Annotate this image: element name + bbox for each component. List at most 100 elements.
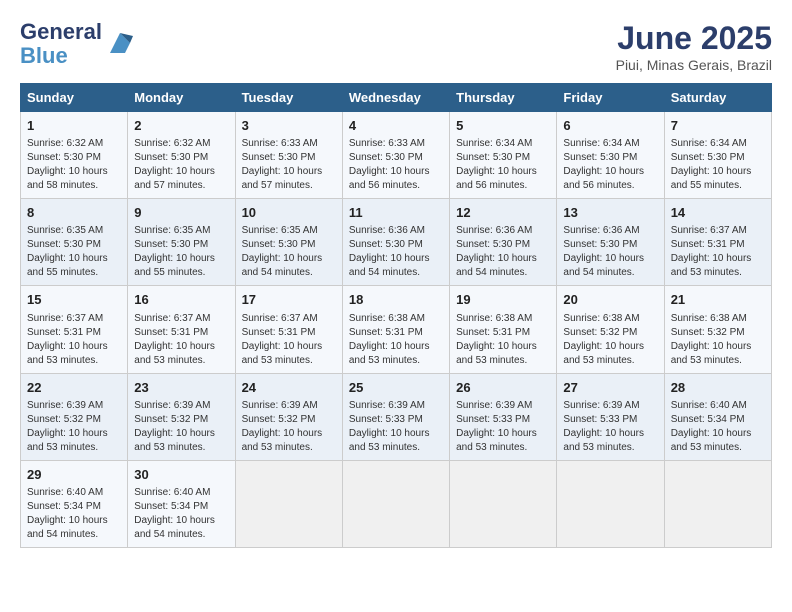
calendar-cell: 27 Sunrise: 6:39 AMSunset: 5:33 PMDayligh… (557, 373, 664, 460)
week-row-2: 8Sunrise: 6:35 AMSunset: 5:30 PMDaylight… (21, 199, 772, 286)
calendar-cell: 7 Sunrise: 6:34 AMSunset: 5:30 PMDaylight… (664, 112, 771, 199)
day-info: Sunrise: 6:39 AMSunset: 5:33 PMDaylight:… (563, 399, 657, 455)
day-info: Sunrise: 6:34 AMSunset: 5:30 PMDaylight:… (671, 137, 765, 193)
day-info: Sunrise: 6:38 AMSunset: 5:32 PMDaylight:… (563, 312, 657, 368)
day-info: Sunrise: 6:37 AMSunset: 5:31 PMDaylight:… (27, 312, 121, 368)
calendar-title: June 2025 (616, 20, 772, 57)
header-friday: Friday (557, 84, 664, 112)
day-info: Sunrise: 6:39 AMSunset: 5:32 PMDaylight:… (242, 399, 336, 455)
day-number: 28 (671, 379, 765, 397)
week-row-4: 22 Sunrise: 6:39 AMSunset: 5:32 PMDayligh… (21, 373, 772, 460)
calendar-cell: 19Sunrise: 6:38 AMSunset: 5:31 PMDayligh… (450, 286, 557, 373)
week-row-1: 1 Sunrise: 6:32 AMSunset: 5:30 PMDaylight… (21, 112, 772, 199)
day-number: 21 (671, 291, 765, 309)
day-info: Sunrise: 6:35 AMSunset: 5:30 PMDaylight:… (134, 224, 228, 280)
day-number: 15 (27, 291, 121, 309)
calendar-cell: 23 Sunrise: 6:39 AMSunset: 5:32 PMDayligh… (128, 373, 235, 460)
calendar-cell (557, 460, 664, 547)
calendar-cell: 16 Sunrise: 6:37 AMSunset: 5:31 PMDayligh… (128, 286, 235, 373)
calendar-cell: 12Sunrise: 6:36 AMSunset: 5:30 PMDayligh… (450, 199, 557, 286)
header-wednesday: Wednesday (342, 84, 449, 112)
calendar-cell: 6Sunrise: 6:34 AMSunset: 5:30 PMDaylight… (557, 112, 664, 199)
day-number: 11 (349, 204, 443, 222)
calendar-body: 1 Sunrise: 6:32 AMSunset: 5:30 PMDaylight… (21, 112, 772, 548)
calendar-cell: 25 Sunrise: 6:39 AMSunset: 5:33 PMDayligh… (342, 373, 449, 460)
day-number: 26 (456, 379, 550, 397)
day-number: 6 (563, 117, 657, 135)
day-info: Sunrise: 6:39 AMSunset: 5:32 PMDaylight:… (27, 399, 121, 455)
week-row-3: 15 Sunrise: 6:37 AMSunset: 5:31 PMDayligh… (21, 286, 772, 373)
day-info: Sunrise: 6:37 AMSunset: 5:31 PMDaylight:… (134, 312, 228, 368)
day-number: 24 (242, 379, 336, 397)
day-number: 25 (349, 379, 443, 397)
week-row-5: 29 Sunrise: 6:40 AMSunset: 5:34 PMDayligh… (21, 460, 772, 547)
day-number: 23 (134, 379, 228, 397)
day-number: 7 (671, 117, 765, 135)
calendar-cell: 21 Sunrise: 6:38 AMSunset: 5:32 PMDayligh… (664, 286, 771, 373)
day-info: Sunrise: 6:37 AMSunset: 5:31 PMDaylight:… (671, 224, 765, 280)
day-info: Sunrise: 6:39 AMSunset: 5:33 PMDaylight:… (349, 399, 443, 455)
day-info: Sunrise: 6:40 AMSunset: 5:34 PMDaylight:… (27, 486, 121, 542)
day-number: 19 (456, 291, 550, 309)
calendar-cell: 17 Sunrise: 6:37 AMSunset: 5:31 PMDayligh… (235, 286, 342, 373)
header-thursday: Thursday (450, 84, 557, 112)
day-number: 20 (563, 291, 657, 309)
header-monday: Monday (128, 84, 235, 112)
calendar-cell: 11 Sunrise: 6:36 AMSunset: 5:30 PMDayligh… (342, 199, 449, 286)
header-tuesday: Tuesday (235, 84, 342, 112)
header-sunday: Sunday (21, 84, 128, 112)
calendar-cell: 5 Sunrise: 6:34 AMSunset: 5:30 PMDaylight… (450, 112, 557, 199)
calendar-cell (450, 460, 557, 547)
logo-icon (105, 28, 135, 58)
day-info: Sunrise: 6:32 AMSunset: 5:30 PMDaylight:… (27, 137, 121, 193)
day-info: Sunrise: 6:38 AMSunset: 5:32 PMDaylight:… (671, 312, 765, 368)
day-info: Sunrise: 6:36 AMSunset: 5:30 PMDaylight:… (563, 224, 657, 280)
title-block: June 2025 Piui, Minas Gerais, Brazil (616, 20, 772, 73)
calendar-cell: 18Sunrise: 6:38 AMSunset: 5:31 PMDayligh… (342, 286, 449, 373)
day-number: 17 (242, 291, 336, 309)
calendar-cell (235, 460, 342, 547)
header-row: SundayMondayTuesdayWednesdayThursdayFrid… (21, 84, 772, 112)
day-number: 10 (242, 204, 336, 222)
day-number: 30 (134, 466, 228, 484)
day-number: 14 (671, 204, 765, 222)
day-number: 4 (349, 117, 443, 135)
day-info: Sunrise: 6:40 AMSunset: 5:34 PMDaylight:… (671, 399, 765, 455)
calendar-cell (342, 460, 449, 547)
day-info: Sunrise: 6:34 AMSunset: 5:30 PMDaylight:… (456, 137, 550, 193)
calendar-cell: 3Sunrise: 6:33 AMSunset: 5:30 PMDaylight… (235, 112, 342, 199)
day-number: 5 (456, 117, 550, 135)
calendar-subtitle: Piui, Minas Gerais, Brazil (616, 57, 772, 73)
page-header: GeneralBlue June 2025 Piui, Minas Gerais… (20, 20, 772, 73)
day-number: 16 (134, 291, 228, 309)
calendar-cell: 29 Sunrise: 6:40 AMSunset: 5:34 PMDayligh… (21, 460, 128, 547)
calendar-table: SundayMondayTuesdayWednesdayThursdayFrid… (20, 83, 772, 548)
day-number: 2 (134, 117, 228, 135)
day-info: Sunrise: 6:39 AMSunset: 5:32 PMDaylight:… (134, 399, 228, 455)
calendar-cell: 10 Sunrise: 6:35 AMSunset: 5:30 PMDayligh… (235, 199, 342, 286)
day-info: Sunrise: 6:33 AMSunset: 5:30 PMDaylight:… (349, 137, 443, 193)
day-info: Sunrise: 6:36 AMSunset: 5:30 PMDaylight:… (349, 224, 443, 280)
day-info: Sunrise: 6:33 AMSunset: 5:30 PMDaylight:… (242, 137, 336, 193)
calendar-header: SundayMondayTuesdayWednesdayThursdayFrid… (21, 84, 772, 112)
day-info: Sunrise: 6:40 AMSunset: 5:34 PMDaylight:… (134, 486, 228, 542)
day-info: Sunrise: 6:37 AMSunset: 5:31 PMDaylight:… (242, 312, 336, 368)
day-number: 29 (27, 466, 121, 484)
day-info: Sunrise: 6:39 AMSunset: 5:33 PMDaylight:… (456, 399, 550, 455)
calendar-cell: 22 Sunrise: 6:39 AMSunset: 5:32 PMDayligh… (21, 373, 128, 460)
day-info: Sunrise: 6:35 AMSunset: 5:30 PMDaylight:… (27, 224, 121, 280)
day-number: 27 (563, 379, 657, 397)
day-info: Sunrise: 6:35 AMSunset: 5:30 PMDaylight:… (242, 224, 336, 280)
header-saturday: Saturday (664, 84, 771, 112)
calendar-cell: 9Sunrise: 6:35 AMSunset: 5:30 PMDaylight… (128, 199, 235, 286)
calendar-cell: 26 Sunrise: 6:39 AMSunset: 5:33 PMDayligh… (450, 373, 557, 460)
logo: GeneralBlue (20, 20, 135, 68)
logo-text: GeneralBlue (20, 20, 102, 68)
calendar-cell: 14 Sunrise: 6:37 AMSunset: 5:31 PMDayligh… (664, 199, 771, 286)
day-info: Sunrise: 6:32 AMSunset: 5:30 PMDaylight:… (134, 137, 228, 193)
day-number: 1 (27, 117, 121, 135)
calendar-cell: 1 Sunrise: 6:32 AMSunset: 5:30 PMDaylight… (21, 112, 128, 199)
day-number: 22 (27, 379, 121, 397)
day-number: 18 (349, 291, 443, 309)
day-info: Sunrise: 6:36 AMSunset: 5:30 PMDaylight:… (456, 224, 550, 280)
